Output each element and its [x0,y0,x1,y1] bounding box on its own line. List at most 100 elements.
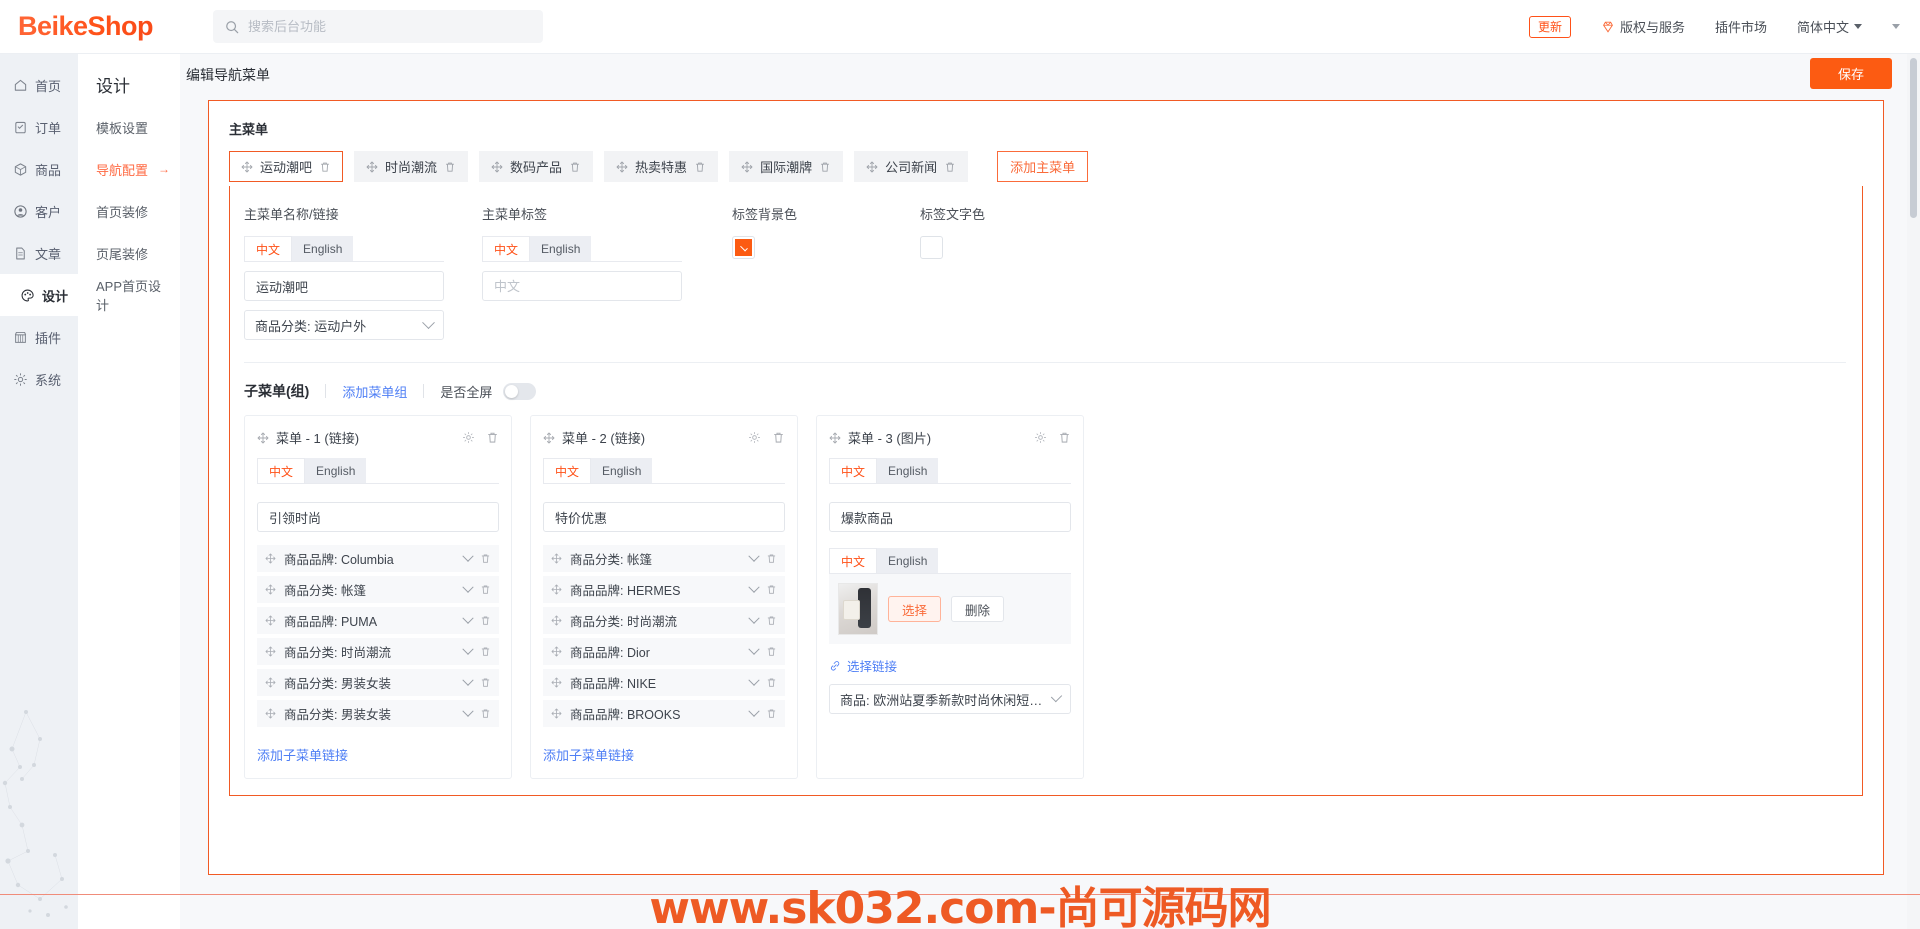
lang-tab-cn[interactable]: 中文 [829,548,878,573]
main-menu-tab-5[interactable]: 国际潮牌 [729,151,844,182]
trash-icon[interactable] [944,161,956,173]
list-item[interactable]: 商品分类: 帐篷 [543,545,785,572]
lang-tab-cn[interactable]: 中文 [482,236,531,261]
chevron-down-icon[interactable] [462,705,474,717]
sidebar-item-nav-config[interactable]: 导航配置 → [78,155,180,183]
sidebar-item-footer-decor[interactable]: 页尾装修 [78,239,180,267]
drag-handle-icon[interactable] [366,161,378,173]
card-1-add-sublink[interactable]: 添加子菜单链接 [257,745,499,764]
trash-icon[interactable] [694,161,706,173]
lang-tab-en[interactable]: English [305,458,367,483]
drag-handle-icon[interactable] [551,677,562,688]
trash-icon[interactable] [569,161,581,173]
trash-icon[interactable] [486,431,499,444]
drag-handle-icon[interactable] [551,584,562,595]
drag-handle-icon[interactable] [741,161,753,173]
main-menu-link-select[interactable]: 商品分类: 运动户外 [244,310,444,340]
copyright-service-link[interactable]: 版权与服务 [1601,17,1685,36]
drag-handle-icon[interactable] [551,646,562,657]
lang-tab-en[interactable]: English [877,548,939,573]
card-3-pick-link[interactable]: 选择链接 [829,656,1071,675]
trash-icon[interactable] [1058,431,1071,444]
chevron-down-icon[interactable] [462,550,474,562]
drag-handle-icon[interactable] [616,161,628,173]
trash-icon[interactable] [480,615,491,626]
lang-tab-cn[interactable]: 中文 [244,236,293,261]
chevron-down-icon[interactable] [462,643,474,655]
chevron-down-icon[interactable] [748,674,760,686]
main-menu-tab-1[interactable]: 运动潮吧 [229,151,344,182]
lang-tab-en[interactable]: English [877,458,939,483]
lang-tab-cn[interactable]: 中文 [829,458,878,483]
sidebar-item-articles[interactable]: 文章 [0,232,78,274]
list-item[interactable]: 商品品牌: Dior [543,638,785,665]
trash-icon[interactable] [766,553,777,564]
chevron-down-icon[interactable] [748,550,760,562]
sidebar-item-system[interactable]: 系统 [0,358,78,400]
main-menu-tab-6[interactable]: 公司新闻 [854,151,969,182]
sidebar-item-template-settings[interactable]: 模板设置 [78,113,180,141]
lang-tab-cn[interactable]: 中文 [257,458,306,483]
drag-handle-icon[interactable] [551,708,562,719]
trash-icon[interactable] [480,553,491,564]
trash-icon[interactable] [766,708,777,719]
list-item[interactable]: 商品品牌: Columbia [257,545,499,572]
drag-handle-icon[interactable] [241,161,253,173]
update-badge[interactable]: 更新 [1528,15,1571,38]
list-item[interactable]: 商品分类: 男装女装 [257,669,499,696]
account-menu[interactable] [1892,24,1900,29]
trash-icon[interactable] [444,161,456,173]
gear-icon[interactable] [1034,431,1047,444]
drag-handle-icon[interactable] [265,708,276,719]
gear-icon[interactable] [748,431,761,444]
card-2-name-input[interactable] [543,502,785,532]
chevron-down-icon[interactable] [748,705,760,717]
trash-icon[interactable] [766,584,777,595]
card-2-add-sublink[interactable]: 添加子菜单链接 [543,745,785,764]
gear-icon[interactable] [462,431,475,444]
chevron-down-icon[interactable] [748,612,760,624]
list-item[interactable]: 商品分类: 男装女装 [257,700,499,727]
trash-icon[interactable] [766,615,777,626]
main-menu-tag-input[interactable] [482,271,682,301]
trash-icon[interactable] [766,677,777,688]
chevron-down-icon[interactable] [748,643,760,655]
add-menu-group-link[interactable]: 添加菜单组 [342,382,407,401]
drag-handle-icon[interactable] [265,553,276,564]
trash-icon[interactable] [480,677,491,688]
drag-handle-icon[interactable] [543,432,555,444]
trash-icon[interactable] [480,708,491,719]
add-main-menu-button[interactable]: 添加主菜单 [997,151,1089,182]
card-3-name-input[interactable] [829,502,1071,532]
main-menu-tab-3[interactable]: 数码产品 [479,151,594,182]
drag-handle-icon[interactable] [265,677,276,688]
drag-handle-icon[interactable] [265,584,276,595]
trash-icon[interactable] [480,646,491,657]
delete-image-button[interactable]: 删除 [951,596,1005,622]
drag-handle-icon[interactable] [491,161,503,173]
list-item[interactable]: 商品品牌: HERMES [543,576,785,603]
plugin-market-link[interactable]: 插件市场 [1715,17,1767,36]
chevron-down-icon[interactable] [462,612,474,624]
trash-icon[interactable] [480,584,491,595]
language-selector[interactable]: 简体中文 [1797,17,1862,36]
search-input[interactable] [248,19,531,34]
drag-handle-icon[interactable] [829,432,841,444]
drag-handle-icon[interactable] [257,432,269,444]
drag-handle-icon[interactable] [866,161,878,173]
main-menu-tab-4[interactable]: 热卖特惠 [604,151,719,182]
trash-icon[interactable] [819,161,831,173]
tag-text-color-swatch[interactable] [920,236,943,259]
tag-bg-color-swatch[interactable] [732,236,755,259]
drag-handle-icon[interactable] [551,615,562,626]
main-menu-tab-2[interactable]: 时尚潮流 [354,151,469,182]
list-item[interactable]: 商品分类: 帐篷 [257,576,499,603]
list-item[interactable]: 商品品牌: NIKE [543,669,785,696]
sidebar-item-home[interactable]: 首页 [0,64,78,106]
chevron-down-icon[interactable] [748,581,760,593]
lang-tab-en[interactable]: English [591,458,653,483]
sidebar-item-customers[interactable]: 客户 [0,190,78,232]
lang-tab-cn[interactable]: 中文 [543,458,592,483]
drag-handle-icon[interactable] [265,646,276,657]
sidebar-item-home-decor[interactable]: 首页装修 [78,197,180,225]
